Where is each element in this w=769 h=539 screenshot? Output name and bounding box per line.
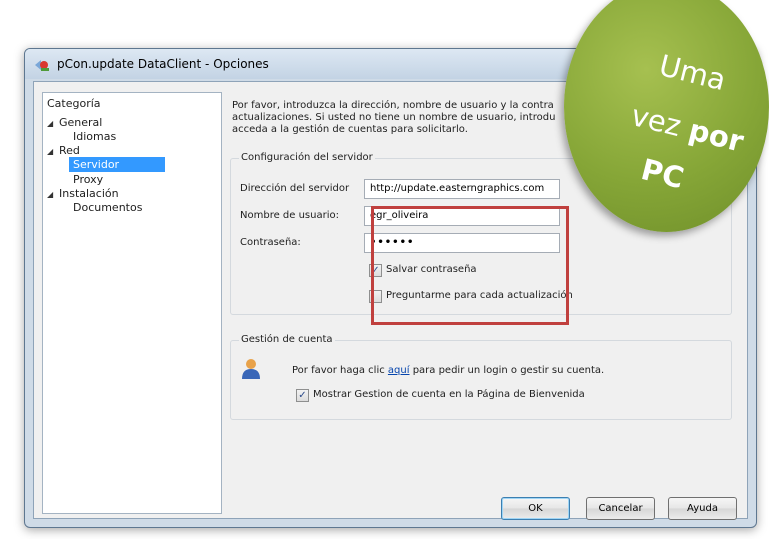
window-title: pCon.update DataClient - Opciones: [57, 57, 269, 71]
account-group-title: Gestión de cuenta: [239, 334, 335, 345]
tree-header: Categoría: [47, 97, 101, 110]
tree-item-red[interactable]: ◢ Red: [47, 143, 80, 158]
app-icon: [35, 60, 49, 71]
ok-button[interactable]: OK: [501, 497, 570, 520]
tree-item-idiomas[interactable]: Idiomas: [73, 129, 116, 144]
show-account-label[interactable]: Mostrar Gestion de cuenta en la Página d…: [313, 389, 585, 400]
username-label: Nombre de usuario:: [240, 210, 339, 221]
tree-item-documentos[interactable]: Documentos: [73, 200, 142, 215]
account-info-text: Por favor haga clic aquí para pedir un l…: [292, 365, 605, 376]
collapse-arrow-icon[interactable]: ◢: [47, 144, 59, 159]
user-icon: [242, 359, 260, 379]
description-text: Por favor, introduzca la dirección, nomb…: [232, 100, 556, 135]
cancel-button[interactable]: Cancelar: [586, 497, 655, 520]
server-address-label: Dirección del servidor: [240, 183, 350, 194]
account-group: Gestión de cuenta: [230, 334, 732, 420]
help-button[interactable]: Ayuda: [668, 497, 737, 520]
category-tree[interactable]: Categoría ◢ General Idiomas ◢ Red Servidor…: [42, 92, 222, 514]
tree-item-servidor[interactable]: Servidor: [69, 157, 165, 172]
server-address-input[interactable]: http://update.easterngraphics.com: [364, 179, 560, 199]
highlight-frame: [371, 206, 569, 325]
password-label: Contraseña:: [240, 237, 301, 248]
show-account-checkbox[interactable]: ✓: [296, 389, 309, 402]
tree-item-general[interactable]: ◢ General: [47, 115, 102, 130]
collapse-arrow-icon[interactable]: ◢: [47, 187, 59, 202]
tree-item-instalacion[interactable]: ◢ Instalación: [47, 186, 119, 201]
server-group-title: Configuración del servidor: [239, 152, 375, 163]
collapse-arrow-icon[interactable]: ◢: [47, 116, 59, 131]
tree-item-proxy[interactable]: Proxy: [73, 172, 103, 187]
account-link[interactable]: aquí: [388, 365, 410, 376]
